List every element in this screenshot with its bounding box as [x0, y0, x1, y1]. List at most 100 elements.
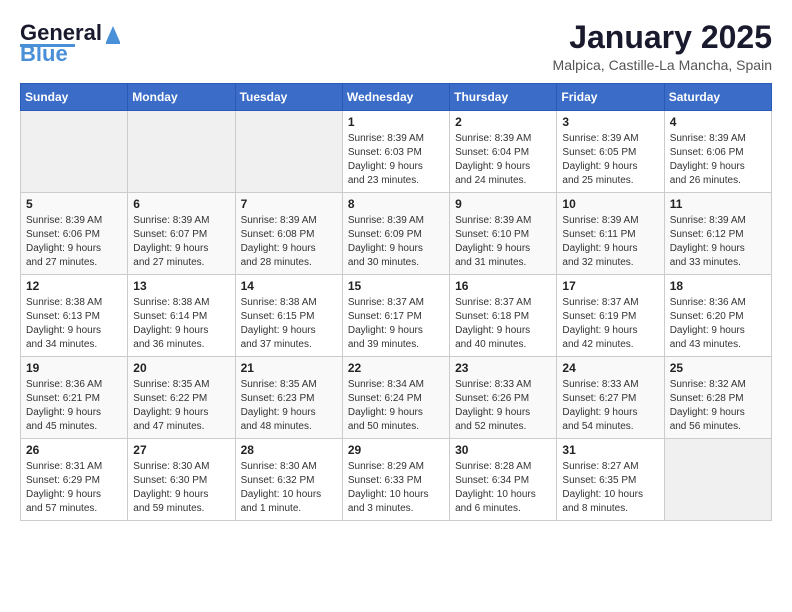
day-number: 28: [241, 443, 337, 457]
day-number: 7: [241, 197, 337, 211]
day-info: Sunrise: 8:27 AMSunset: 6:35 PMDaylight:…: [562, 460, 658, 516]
day-number: 25: [670, 361, 766, 375]
weekday-header-sunday: Sunday: [21, 84, 128, 111]
day-info: Sunrise: 8:38 AMSunset: 6:15 PMDaylight:…: [241, 296, 337, 352]
day-number: 16: [455, 279, 551, 293]
day-info: Sunrise: 8:30 AMSunset: 6:30 PMDaylight:…: [133, 460, 229, 516]
calendar-cell: 31 Sunrise: 8:27 AMSunset: 6:35 PMDayligh…: [557, 439, 664, 521]
week-row-2: 5 Sunrise: 8:39 AMSunset: 6:06 PMDaylight…: [21, 193, 772, 275]
calendar-cell: 18Sunrise: 8:36 AMSunset: 6:20 PMDayligh…: [664, 275, 771, 357]
calendar-cell: 5 Sunrise: 8:39 AMSunset: 6:06 PMDaylight…: [21, 193, 128, 275]
calendar-cell: 9 Sunrise: 8:39 AMSunset: 6:10 PMDaylight…: [450, 193, 557, 275]
logo-blue: Blue: [20, 41, 68, 67]
day-number: 31: [562, 443, 658, 457]
day-info: Sunrise: 8:34 AMSunset: 6:24 PMDaylight:…: [348, 378, 444, 434]
day-number: 15: [348, 279, 444, 293]
day-number: 29: [348, 443, 444, 457]
week-row-5: 26 Sunrise: 8:31 AMSunset: 6:29 PMDayligh…: [21, 439, 772, 521]
weekday-header-friday: Friday: [557, 84, 664, 111]
day-number: 21: [241, 361, 337, 375]
day-info: Sunrise: 8:33 AMSunset: 6:26 PMDaylight:…: [455, 378, 551, 434]
day-info: Sunrise: 8:39 AMSunset: 6:09 PMDaylight:…: [348, 214, 444, 270]
calendar-cell: 17 Sunrise: 8:37 AMSunset: 6:19 PMDayligh…: [557, 275, 664, 357]
calendar-cell: 29 Sunrise: 8:29 AMSunset: 6:33 PMDayligh…: [342, 439, 449, 521]
day-number: 11: [670, 197, 766, 211]
day-info: Sunrise: 8:37 AMSunset: 6:19 PMDaylight:…: [562, 296, 658, 352]
day-info: Sunrise: 8:39 AMSunset: 6:06 PMDaylight:…: [670, 132, 766, 188]
day-info: Sunrise: 8:37 AMSunset: 6:17 PMDaylight:…: [348, 296, 444, 352]
day-number: 30: [455, 443, 551, 457]
day-number: 4: [670, 115, 766, 129]
calendar-cell: [128, 111, 235, 193]
day-number: 8: [348, 197, 444, 211]
calendar-cell: 20 Sunrise: 8:35 AMSunset: 6:22 PMDayligh…: [128, 357, 235, 439]
day-info: Sunrise: 8:37 AMSunset: 6:18 PMDaylight:…: [455, 296, 551, 352]
day-info: Sunrise: 8:28 AMSunset: 6:34 PMDaylight:…: [455, 460, 551, 516]
title-block: January 2025 Malpica, Castille-La Mancha…: [553, 20, 772, 73]
week-row-3: 12 Sunrise: 8:38 AMSunset: 6:13 PMDayligh…: [21, 275, 772, 357]
day-number: 20: [133, 361, 229, 375]
calendar-cell: 4 Sunrise: 8:39 AMSunset: 6:06 PMDaylight…: [664, 111, 771, 193]
calendar-cell: 27Sunrise: 8:30 AMSunset: 6:30 PMDayligh…: [128, 439, 235, 521]
calendar-cell: 3 Sunrise: 8:39 AMSunset: 6:05 PMDaylight…: [557, 111, 664, 193]
calendar-cell: 2Sunrise: 8:39 AMSunset: 6:04 PMDaylight…: [450, 111, 557, 193]
calendar-cell: 23 Sunrise: 8:33 AMSunset: 6:26 PMDayligh…: [450, 357, 557, 439]
day-number: 23: [455, 361, 551, 375]
day-number: 14: [241, 279, 337, 293]
calendar-cell: 15 Sunrise: 8:37 AMSunset: 6:17 PMDayligh…: [342, 275, 449, 357]
day-number: 26: [26, 443, 122, 457]
day-number: 2: [455, 115, 551, 129]
calendar-cell: 16 Sunrise: 8:37 AMSunset: 6:18 PMDayligh…: [450, 275, 557, 357]
calendar-cell: [235, 111, 342, 193]
calendar-cell: 8 Sunrise: 8:39 AMSunset: 6:09 PMDaylight…: [342, 193, 449, 275]
month-title: January 2025: [553, 20, 772, 55]
weekday-header-saturday: Saturday: [664, 84, 771, 111]
day-info: Sunrise: 8:35 AMSunset: 6:22 PMDaylight:…: [133, 378, 229, 434]
day-info: Sunrise: 8:38 AMSunset: 6:14 PMDaylight:…: [133, 296, 229, 352]
day-info: Sunrise: 8:32 AMSunset: 6:28 PMDaylight:…: [670, 378, 766, 434]
calendar-cell: 14 Sunrise: 8:38 AMSunset: 6:15 PMDayligh…: [235, 275, 342, 357]
page: General Blue January 2025 Malpica, Casti…: [0, 0, 792, 531]
day-info: Sunrise: 8:30 AMSunset: 6:32 PMDaylight:…: [241, 460, 337, 516]
day-info: Sunrise: 8:39 AMSunset: 6:03 PMDaylight:…: [348, 132, 444, 188]
weekday-header-wednesday: Wednesday: [342, 84, 449, 111]
day-number: 3: [562, 115, 658, 129]
calendar-cell: 12 Sunrise: 8:38 AMSunset: 6:13 PMDayligh…: [21, 275, 128, 357]
day-info: Sunrise: 8:39 AMSunset: 6:10 PMDaylight:…: [455, 214, 551, 270]
weekday-header-tuesday: Tuesday: [235, 84, 342, 111]
day-info: Sunrise: 8:39 AMSunset: 6:06 PMDaylight:…: [26, 214, 122, 270]
day-number: 17: [562, 279, 658, 293]
calendar-cell: 6Sunrise: 8:39 AMSunset: 6:07 PMDaylight…: [128, 193, 235, 275]
calendar-cell: [21, 111, 128, 193]
day-info: Sunrise: 8:33 AMSunset: 6:27 PMDaylight:…: [562, 378, 658, 434]
day-number: 10: [562, 197, 658, 211]
calendar-cell: 1 Sunrise: 8:39 AMSunset: 6:03 PMDaylight…: [342, 111, 449, 193]
calendar-cell: 10 Sunrise: 8:39 AMSunset: 6:11 PMDayligh…: [557, 193, 664, 275]
logo-triangle-icon: [104, 22, 122, 44]
day-info: Sunrise: 8:38 AMSunset: 6:13 PMDaylight:…: [26, 296, 122, 352]
day-info: Sunrise: 8:39 AMSunset: 6:08 PMDaylight:…: [241, 214, 337, 270]
day-number: 19: [26, 361, 122, 375]
calendar-cell: 22Sunrise: 8:34 AMSunset: 6:24 PMDayligh…: [342, 357, 449, 439]
week-row-1: 1 Sunrise: 8:39 AMSunset: 6:03 PMDaylight…: [21, 111, 772, 193]
calendar-cell: 11Sunrise: 8:39 AMSunset: 6:12 PMDayligh…: [664, 193, 771, 275]
day-number: 9: [455, 197, 551, 211]
day-info: Sunrise: 8:31 AMSunset: 6:29 PMDaylight:…: [26, 460, 122, 516]
day-number: 24: [562, 361, 658, 375]
calendar-cell: 7 Sunrise: 8:39 AMSunset: 6:08 PMDaylight…: [235, 193, 342, 275]
day-number: 12: [26, 279, 122, 293]
day-number: 1: [348, 115, 444, 129]
day-info: Sunrise: 8:35 AMSunset: 6:23 PMDaylight:…: [241, 378, 337, 434]
day-number: 13: [133, 279, 229, 293]
calendar-table: SundayMondayTuesdayWednesdayThursdayFrid…: [20, 83, 772, 521]
day-info: Sunrise: 8:39 AMSunset: 6:05 PMDaylight:…: [562, 132, 658, 188]
day-number: 5: [26, 197, 122, 211]
weekday-header-row: SundayMondayTuesdayWednesdayThursdayFrid…: [21, 84, 772, 111]
location: Malpica, Castille-La Mancha, Spain: [553, 57, 772, 73]
day-info: Sunrise: 8:29 AMSunset: 6:33 PMDaylight:…: [348, 460, 444, 516]
day-info: Sunrise: 8:36 AMSunset: 6:21 PMDaylight:…: [26, 378, 122, 434]
day-info: Sunrise: 8:36 AMSunset: 6:20 PMDaylight:…: [670, 296, 766, 352]
weekday-header-monday: Monday: [128, 84, 235, 111]
calendar-cell: [664, 439, 771, 521]
day-info: Sunrise: 8:39 AMSunset: 6:11 PMDaylight:…: [562, 214, 658, 270]
